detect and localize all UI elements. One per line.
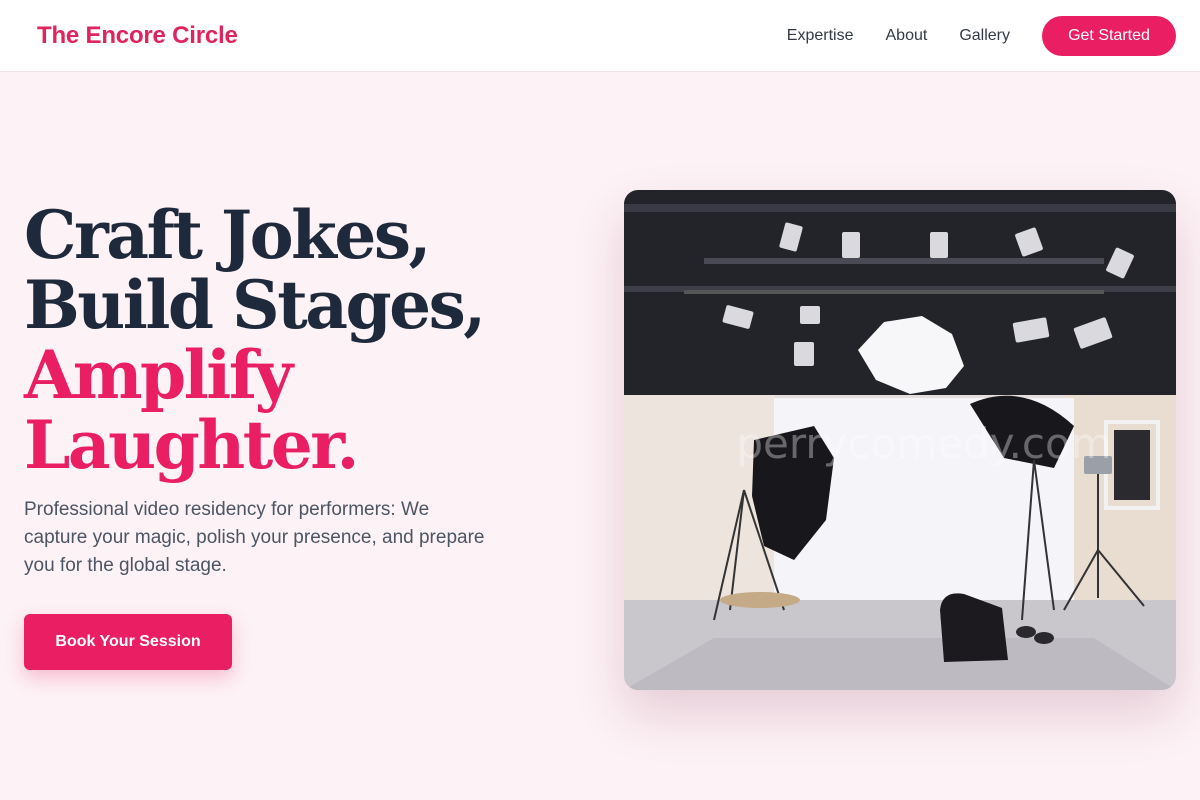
svg-text:perrycomedy.com: perrycomedy.com — [736, 419, 1111, 468]
hero-text: Craft Jokes, Build Stages, Amplify Laugh… — [24, 200, 544, 670]
site-header: The Encore Circle Expertise About Galler… — [0, 0, 1200, 72]
main-nav: Expertise About Gallery Get Started — [787, 15, 1176, 56]
hero-headline: Craft Jokes, Build Stages, Amplify Laugh… — [24, 200, 544, 480]
headline-line-2: Build Stages, — [24, 266, 486, 344]
nav-link-about[interactable]: About — [886, 27, 928, 45]
photo-studio-image: perrycomedy.com — [624, 190, 1176, 690]
get-started-button[interactable]: Get Started — [1042, 15, 1176, 56]
headline-accent-line-2: Laughter. — [24, 406, 359, 484]
nav-link-expertise[interactable]: Expertise — [787, 27, 854, 45]
headline-line-1: Craft Jokes, — [24, 196, 432, 274]
hero-subtext: Professional video residency for perform… — [24, 499, 485, 576]
book-session-button[interactable]: Book Your Session — [24, 614, 232, 670]
headline-accent-line-1: Amplify — [24, 336, 293, 414]
nav-link-gallery[interactable]: Gallery — [959, 27, 1010, 45]
brand-logo[interactable]: The Encore Circle — [37, 22, 238, 50]
